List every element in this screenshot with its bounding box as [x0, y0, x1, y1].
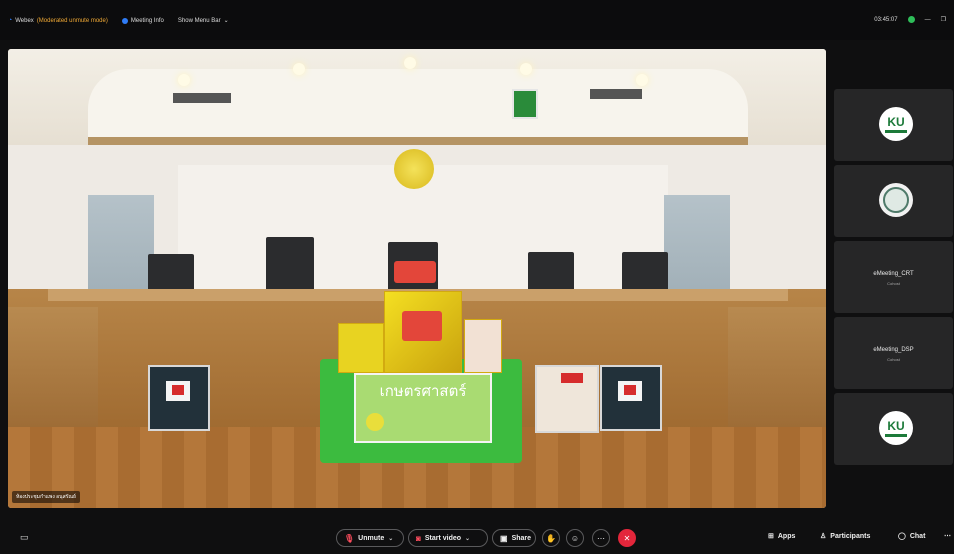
no-gift-policy-sign: [148, 365, 210, 431]
participants-icon: ♙: [820, 533, 827, 540]
show-menu-label: Show Menu Bar: [177, 17, 221, 24]
close-icon: ✕: [623, 533, 631, 543]
emblem-icon: [394, 149, 434, 189]
title-bar: ◔ Webex (Moderated unmute mode) Meeting …: [0, 0, 954, 40]
more-icon: ⋯: [597, 533, 605, 543]
chair: [528, 252, 574, 292]
start-video-button[interactable]: ◙ Start video ⌄: [408, 529, 488, 547]
captions-icon[interactable]: ▭: [20, 532, 29, 543]
unmute-label: Unmute: [358, 534, 385, 542]
participant-name: eMeeting_CRT: [873, 271, 914, 277]
chair: [622, 252, 668, 292]
hand-icon: ✋: [546, 533, 556, 543]
unmute-button[interactable]: 🎙 Unmute ⌄: [336, 529, 404, 547]
no-gift-policy-sign: [600, 365, 662, 431]
speaker-name-label: ห้องประชุมกำแพง อนุสรัณย์: [12, 491, 80, 503]
gift-box: [338, 323, 384, 373]
ku-logo-icon: KU: [879, 107, 913, 141]
participant-tile[interactable]: KU: [834, 89, 953, 161]
gift-box: [464, 319, 502, 373]
app-name: Webex: [15, 17, 34, 24]
no-gift-policy-poster: [535, 365, 599, 433]
participant-name: eMeeting_DSP: [873, 347, 914, 353]
chat-label: Chat: [909, 532, 926, 540]
participant-tile[interactable]: KU: [834, 393, 953, 465]
participant-tile[interactable]: eMeeting_DSP Cohost: [834, 317, 953, 389]
chat-button[interactable]: ◯ Chat: [898, 532, 926, 541]
reactions-button[interactable]: ☺: [566, 529, 584, 547]
meeting-info-label: Meeting Info: [130, 17, 164, 24]
apps-label: Apps: [777, 532, 796, 540]
seal-logo-icon: [879, 183, 913, 217]
more-options-button[interactable]: ⋯: [592, 529, 610, 547]
chair: [148, 254, 194, 292]
chevron-down-icon[interactable]: ⌄: [388, 535, 393, 542]
raise-hand-button[interactable]: ✋: [542, 529, 560, 547]
share-label: Share: [511, 534, 532, 542]
chair: [266, 237, 314, 292]
meeting-info-button[interactable]: Meeting Info: [121, 17, 164, 24]
ku-logo-icon: KU: [879, 411, 913, 445]
webex-logo-icon: ◔: [8, 17, 13, 24]
share-button[interactable]: ▣ Share: [492, 529, 536, 547]
minimize-icon[interactable]: —: [925, 17, 931, 23]
chevron-down-icon: ⌄: [223, 18, 229, 24]
leave-meeting-button[interactable]: ✕: [618, 529, 636, 547]
info-icon: [121, 17, 128, 24]
apps-button[interactable]: ⊞ Apps: [768, 532, 796, 541]
chevron-down-icon[interactable]: ⌄: [465, 535, 470, 542]
show-menu-bar-button[interactable]: Show Menu Bar ⌄: [177, 17, 229, 25]
meeting-timer: 03:45:07: [874, 16, 898, 23]
ceiling: [8, 49, 826, 145]
video-off-icon: ◙: [416, 533, 421, 543]
more-icon[interactable]: ⋯: [944, 532, 951, 540]
main-video-feed[interactable]: เกษตรศาสตร์ ห้องประชุมกำแพง อนุสรัณย์: [8, 49, 826, 508]
restore-icon[interactable]: ❐: [941, 16, 946, 23]
exit-sign: [512, 89, 538, 119]
meeting-controls-bar: ▭ 🎙 Unmute ⌄ ◙ Start video ⌄ ▣ Share ✋ ☺…: [0, 518, 954, 554]
app-title: ◔ Webex (Moderated unmute mode): [8, 17, 108, 24]
chat-bubble-icon: ◯: [898, 533, 906, 540]
participant-role: Cohost: [887, 357, 900, 362]
participant-role: Cohost: [887, 281, 900, 286]
security-shield-icon[interactable]: [907, 16, 915, 23]
kasetsart-banner: เกษตรศาสตร์: [354, 373, 492, 443]
participant-tile[interactable]: [834, 165, 953, 237]
microphone-muted-icon: 🎙: [344, 533, 355, 543]
participants-label: Participants: [830, 532, 871, 540]
participants-button[interactable]: ♙ Participants: [820, 532, 871, 541]
banner-text: เกษตรศาสตร์: [379, 382, 467, 400]
participant-tile[interactable]: eMeeting_CRT Cohost: [834, 241, 953, 313]
share-screen-icon: ▣: [500, 533, 508, 543]
apps-grid-icon: ⊞: [768, 533, 774, 540]
emoji-icon: ☺: [570, 533, 580, 543]
meeting-mode: (Moderated unmute mode): [36, 17, 108, 24]
start-video-label: Start video: [424, 534, 462, 542]
